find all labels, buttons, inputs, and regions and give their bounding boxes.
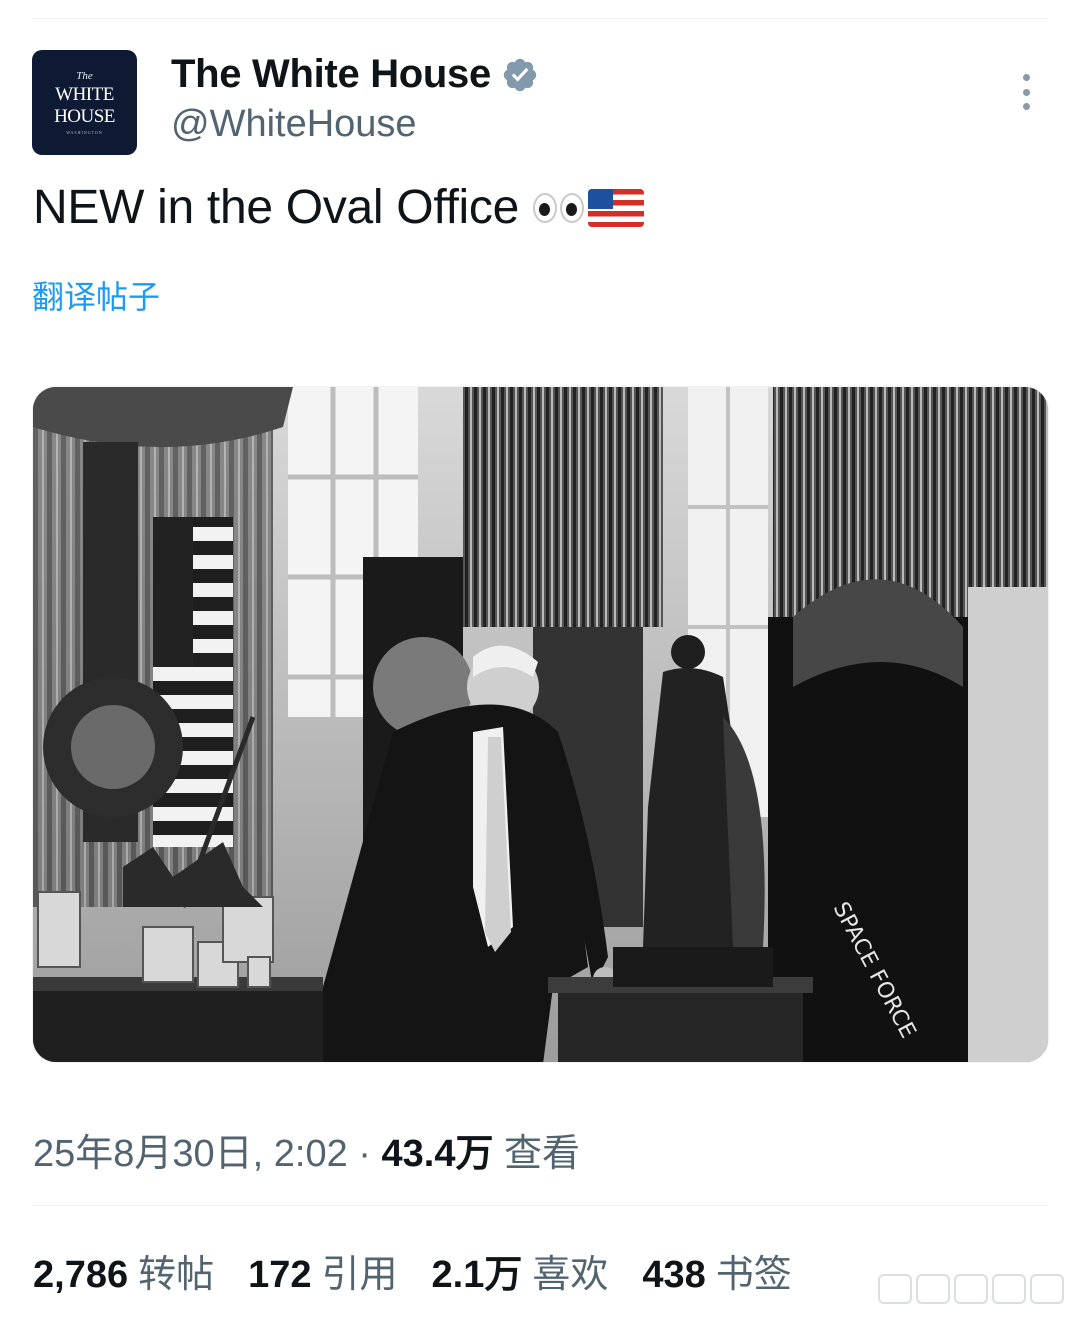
avatar-washington-text: WASHINGTON	[66, 129, 103, 135]
verified-badge-icon	[503, 58, 537, 91]
views-label: 查看	[493, 1133, 581, 1175]
more-options-icon[interactable]	[1012, 70, 1040, 114]
top-divider	[32, 18, 1048, 19]
stat-count: 2.1万	[431, 1254, 523, 1296]
stat-count: 172	[248, 1254, 312, 1296]
translate-post-link[interactable]: 翻译帖子	[32, 272, 160, 318]
stat-label: 喜欢	[532, 1254, 609, 1296]
tweet-photo[interactable]: SPACE FORCE	[32, 386, 1049, 1063]
avatar-house-text: HOUSE	[54, 105, 115, 127]
meta-separator: ·	[347, 1133, 382, 1175]
stat-reposts[interactable]: 2,786 转帖	[33, 1243, 214, 1298]
stat-likes[interactable]: 2.1万 喜欢	[432, 1243, 609, 1298]
display-name[interactable]: The White House	[171, 52, 491, 97]
account-name-row[interactable]: The White House	[171, 52, 539, 97]
photo-illustration: SPACE FORCE	[33, 387, 1048, 1062]
stat-label: 引用	[321, 1254, 398, 1296]
eyes-emoji	[533, 192, 585, 223]
views-count: 43.4万	[381, 1133, 494, 1175]
stats-divider	[32, 1205, 1048, 1206]
tweet-text-content: NEW in the Oval Office	[33, 181, 520, 234]
tweet-meta: 25年8月30日, 2:02 · 43.4万 查看	[33, 1122, 580, 1177]
stat-label: 转帖	[138, 1254, 215, 1296]
tweet-text: NEW in the Oval Office	[33, 180, 645, 235]
stat-count: 438	[642, 1254, 706, 1296]
account-handle[interactable]: @WhiteHouse	[171, 103, 417, 146]
timestamp[interactable]: 25年8月30日, 2:02	[33, 1133, 348, 1175]
stat-label: 书签	[715, 1254, 792, 1296]
avatar[interactable]: The WHITE HOUSE WASHINGTON	[32, 50, 137, 155]
us-flag-emoji	[588, 188, 645, 227]
avatar-the-text: The	[76, 69, 93, 82]
stat-quotes[interactable]: 172 引用	[248, 1243, 397, 1298]
watermark-icon	[878, 1274, 1064, 1304]
avatar-white-text: WHITE	[55, 83, 114, 105]
engagement-stats: 2,786 转帖 172 引用 2.1万 喜欢 438 书签	[33, 1243, 792, 1298]
stat-count: 2,786	[33, 1254, 129, 1296]
stat-bookmarks[interactable]: 438 书签	[642, 1243, 791, 1298]
